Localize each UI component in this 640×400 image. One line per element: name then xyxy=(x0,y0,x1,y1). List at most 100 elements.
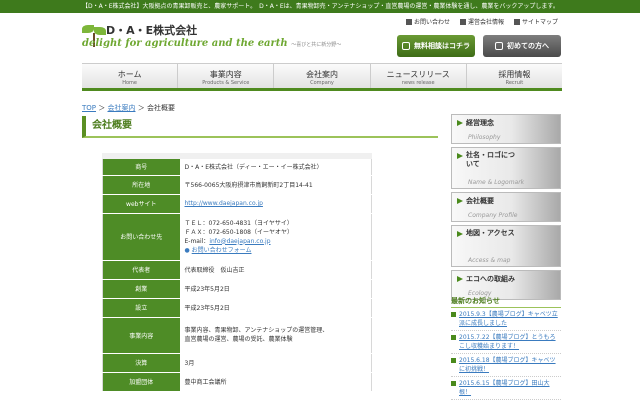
util-link-contact[interactable]: お問い合わせ xyxy=(405,17,450,26)
row-label: 所在地 xyxy=(102,175,180,195)
global-nav: ホーム Home 事業内容 Products & Service 会社案内 Compa… xyxy=(82,63,562,91)
sidebar-item-access[interactable]: 地図・アクセス Access & map xyxy=(451,225,561,267)
nav-recruit-jp: 採用情報 xyxy=(498,70,531,79)
sidebar-item-sublabel: Access & map xyxy=(468,257,511,264)
sidebar-item-sublabel: Name & Logomark xyxy=(468,179,525,186)
consult-icon xyxy=(402,42,410,50)
sidebar-item-sublabel: Philosophy xyxy=(468,134,501,141)
nav-home-en: Home xyxy=(122,80,137,86)
sidebar-item-name-logo[interactable]: 社名・ロゴについて Name & Logomark xyxy=(451,147,561,189)
news-link[interactable]: 2015.6.18【農場ブログ】キャベツに初挑戦！ xyxy=(459,356,561,374)
header-buttons: 無料相談はコチラ 初めての方へ xyxy=(397,35,561,57)
news-link[interactable]: 2015.6.15【農場ブログ】田山大根！ xyxy=(459,379,561,397)
table-row: 創業 平成23年5月2日 xyxy=(102,279,372,299)
free-consult-label: 無料相談はコチラ xyxy=(414,42,470,50)
list-item[interactable]: 2015.6.18【農場ブログ】キャベツに初挑戦！ xyxy=(451,354,561,377)
bullet-icon: ● xyxy=(184,246,190,254)
table-row: 設立 平成23年5月2日 xyxy=(102,298,372,318)
arrow-icon xyxy=(457,276,463,282)
row-value: ＴＥＬ：072-650-4831（ヨイヤサイ） ＦＡＸ：072-650-1808… xyxy=(179,213,372,261)
list-item[interactable]: 2015.9.3【農場ブログ】キャベツ立派に成長しました xyxy=(451,308,561,331)
sidebar-item-profile[interactable]: 会社概要 Company Profile xyxy=(451,192,561,222)
first-visit-label: 初めての方へ xyxy=(507,42,549,50)
util-link-contact-label: お問い合わせ xyxy=(413,19,450,26)
table-row: お問い合わせ先 ＴＥＬ：072-650-4831（ヨイヤサイ） ＦＡＸ：072-… xyxy=(102,213,372,261)
breadcrumb: TOP ＞ 会社案内 ＞ 会社概要 xyxy=(82,103,175,113)
util-link-company[interactable]: 運営会社情報 xyxy=(459,17,504,26)
nav-recruit-en: Recruit xyxy=(505,80,524,86)
contact-tel: ＴＥＬ：072-650-4831（ヨイヤサイ） xyxy=(184,219,293,227)
top-banner: 【D・A・E株式会社】大阪拠点の青果卸販売と、農家サポート。 D・A・Eは、青果… xyxy=(0,0,640,13)
nav-company-en: Company xyxy=(310,80,334,86)
free-consult-button[interactable]: 無料相談はコチラ xyxy=(397,35,475,57)
util-link-sitemap-label: サイトマップ xyxy=(521,19,558,26)
row-label: 決算 xyxy=(102,353,180,373)
news-link[interactable]: 2015.9.3【農場ブログ】キャベツ立派に成長しました xyxy=(459,310,561,328)
nav-home[interactable]: ホーム Home xyxy=(82,64,179,88)
row-value: 平成23年5月2日 xyxy=(179,298,372,318)
news-link[interactable]: 2015.7.22【農場ブログ】とうもろこし収穫始まります！ xyxy=(459,333,561,351)
sidebar-item-philosophy[interactable]: 経営理念 Philosophy xyxy=(451,114,561,144)
tagline-jp: ～喜びと共に新分野～ xyxy=(291,42,342,48)
nav-news[interactable]: ニュースリリース news release xyxy=(371,64,467,88)
breadcrumb-top[interactable]: TOP xyxy=(82,104,96,112)
email-label: E-mail： xyxy=(184,237,210,245)
website-link[interactable]: http://www.daejapan.co.jp xyxy=(185,200,263,207)
table-row: 決算 3月 xyxy=(102,353,372,373)
row-label: 代表者 xyxy=(102,260,180,280)
nav-products-en: Products & Service xyxy=(202,80,250,86)
breadcrumb-sep: ＞ xyxy=(137,104,145,112)
list-item[interactable]: 2015.6.15【農場ブログ】田山大根！ xyxy=(451,377,561,400)
building-icon xyxy=(459,18,466,25)
row-label: 事業内容 xyxy=(102,317,180,354)
nav-news-en: news release xyxy=(401,80,435,86)
row-label: お問い合わせ先 xyxy=(102,213,180,261)
company-name[interactable]: D・A・E株式会社 xyxy=(106,22,197,38)
contact-email: E-mail：info@daejapan.co.jp xyxy=(185,237,372,246)
sidebar-item-label: エコへの取組み xyxy=(466,275,515,283)
list-item[interactable]: 2015.7.22【農場ブログ】とうもろこし収穫始まります！ xyxy=(451,331,561,354)
sidebar-item-label: 社名・ロゴについて xyxy=(466,151,515,168)
nav-company[interactable]: 会社案内 Company xyxy=(274,64,371,88)
mail-icon xyxy=(405,18,412,25)
nav-recruit[interactable]: 採用情報 Recruit xyxy=(467,64,562,88)
row-value: 事業内容、青果物卸、アンテナショップの運営管理、 直営農場の運営、農場の受託、農… xyxy=(179,317,372,354)
table-row: webサイト http://www.daejapan.co.jp xyxy=(102,194,372,214)
bullet-icon xyxy=(451,381,456,386)
bullet-icon xyxy=(451,312,456,317)
tagline: delight for agriculture and the earth ～喜… xyxy=(82,38,341,49)
contact-fax: ＦＡＸ：072-650-1808（イーヤオヤ） xyxy=(184,228,294,236)
table-row: 加盟団体 豊中商工会議所 xyxy=(102,372,372,392)
row-value: 平成23年5月2日 xyxy=(179,279,372,299)
sidebar-item-label: 経営理念 xyxy=(466,119,494,127)
first-visit-button[interactable]: 初めての方へ xyxy=(483,35,561,57)
table-row: 商号 D・A・E株式会社（ディー・エー・イー株式会社） xyxy=(102,156,372,176)
contact-form-link[interactable]: お問い合わせフォーム xyxy=(192,247,252,254)
breadcrumb-sep: ＞ xyxy=(98,104,106,112)
row-label: 設立 xyxy=(102,298,180,318)
row-value: 3月 xyxy=(179,353,372,373)
breadcrumb-company[interactable]: 会社案内 xyxy=(107,104,135,112)
arrow-icon xyxy=(457,153,463,159)
utility-links: お問い合わせ 運営会社情報 サイトマップ xyxy=(405,17,558,26)
news-list: 2015.9.3【農場ブログ】キャベツ立派に成長しました 2015.7.22【農… xyxy=(451,307,561,400)
row-label: 商号 xyxy=(102,156,180,176)
info-icon xyxy=(495,42,503,50)
bullet-icon xyxy=(451,358,456,363)
page-title: 会社概要 xyxy=(82,116,438,138)
business-line-1: 事業内容、青果物卸、アンテナショップの運営管理、 xyxy=(184,327,329,334)
table-row: 事業内容 事業内容、青果物卸、アンテナショップの運営管理、 直営農場の運営、農場… xyxy=(102,317,372,354)
email-link[interactable]: info@daejapan.co.jp xyxy=(209,238,270,245)
nav-company-jp: 会社案内 xyxy=(306,70,338,79)
sidebar-item-label: 地図・アクセス xyxy=(466,229,515,237)
bullet-icon xyxy=(451,335,456,340)
sidebar-item-label: 会社概要 xyxy=(466,197,494,205)
nav-products[interactable]: 事業内容 Products & Service xyxy=(178,64,275,88)
arrow-icon xyxy=(457,120,463,126)
sidebar: 経営理念 Philosophy 社名・ロゴについて Name & Logomark … xyxy=(451,114,561,303)
util-link-sitemap[interactable]: サイトマップ xyxy=(513,17,558,26)
arrow-icon xyxy=(457,231,463,237)
header: D・A・E株式会社 delight for agriculture and th… xyxy=(0,13,640,63)
business-line-2: 直営農場の運営、農場の受託、農業体験 xyxy=(184,336,293,343)
tagline-text: delight for agriculture and the earth xyxy=(82,38,288,49)
